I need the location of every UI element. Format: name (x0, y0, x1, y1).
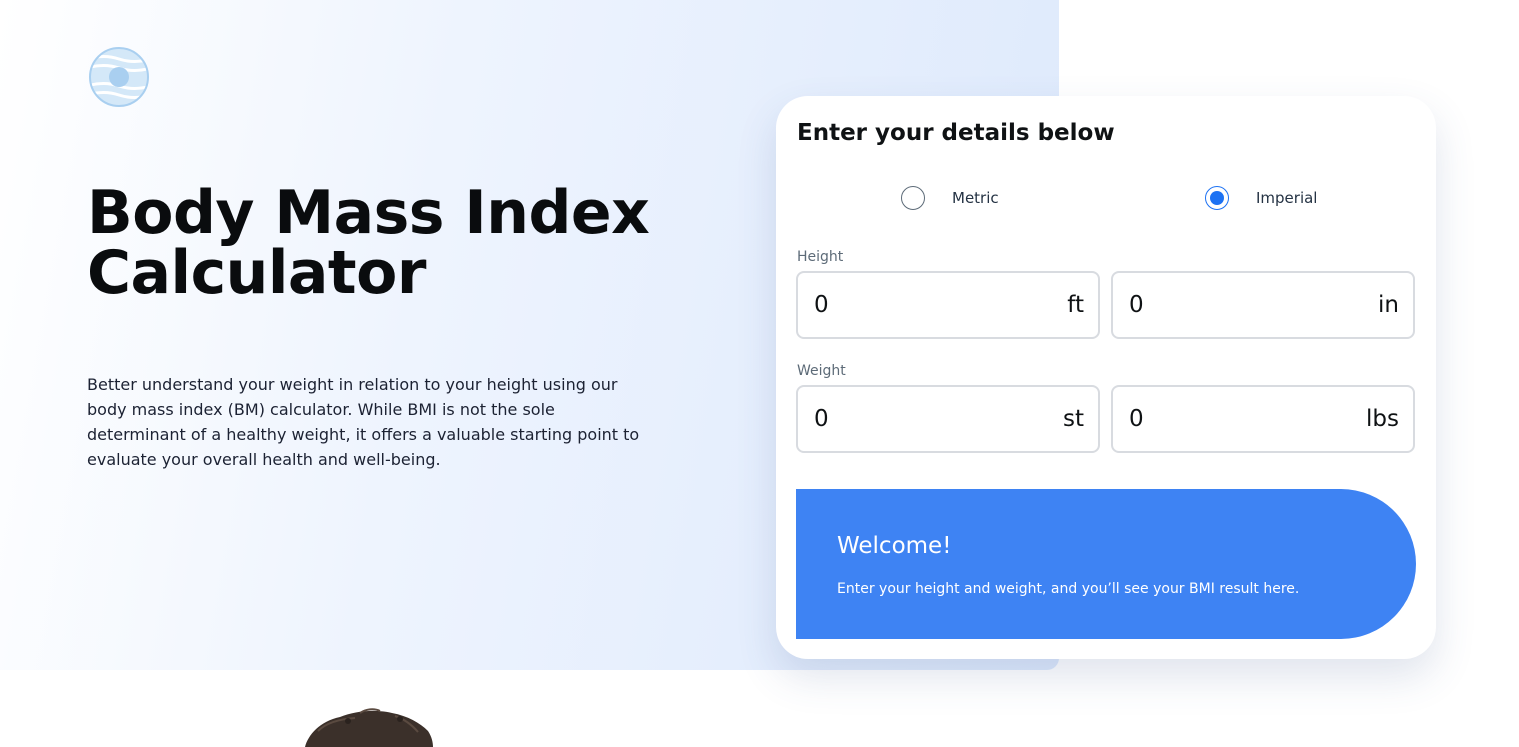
metric-label: Metric (952, 189, 999, 207)
stones-unit: st (1062, 406, 1084, 432)
bmi-result-panel: Welcome! Enter your height and weight, a… (796, 489, 1416, 639)
height-inches-value: 0 (1129, 292, 1144, 318)
metric-option[interactable]: Metric (901, 185, 999, 211)
page-title: Body Mass Index Calculator (87, 178, 650, 308)
imperial-radio[interactable] (1205, 186, 1229, 210)
result-text: Enter your height and weight, and you’ll… (837, 581, 1300, 597)
weight-stones-input[interactable]: 0 st (796, 385, 1100, 453)
imperial-label: Imperial (1256, 189, 1318, 207)
logo-icon (89, 47, 149, 107)
height-feet-input[interactable]: 0 ft (796, 271, 1100, 339)
height-inches-input[interactable]: 0 in (1111, 271, 1415, 339)
weight-stones-value: 0 (814, 406, 829, 432)
imperial-option[interactable]: Imperial (1205, 185, 1317, 211)
height-label: Height (797, 249, 844, 265)
metric-radio[interactable] (901, 186, 925, 210)
bmi-calculator-card: Enter your details below Metric Imperial… (776, 96, 1436, 659)
inches-unit: in (1378, 292, 1399, 318)
weight-pounds-value: 0 (1129, 406, 1144, 432)
weight-label: Weight (797, 363, 846, 379)
weight-pounds-input[interactable]: 0 lbs (1111, 385, 1415, 453)
intro-text: Better understand your weight in relatio… (87, 375, 640, 469)
feet-unit: ft (1067, 292, 1084, 318)
pounds-unit: lbs (1366, 406, 1399, 432)
height-feet-value: 0 (814, 292, 829, 318)
result-heading: Welcome! (837, 533, 952, 559)
form-title: Enter your details below (797, 120, 1115, 146)
person-photo (305, 708, 433, 747)
